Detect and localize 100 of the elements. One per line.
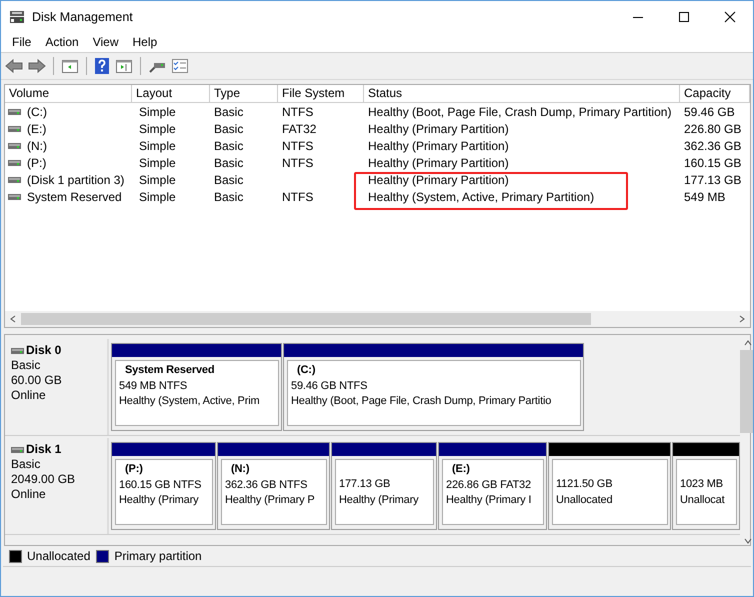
table-cell: Basic xyxy=(214,104,244,118)
disk-status: Online xyxy=(11,487,47,502)
table-cell: Simple xyxy=(139,156,176,170)
table-cell: 160.15 GB xyxy=(684,156,742,170)
drive-icon xyxy=(8,194,21,200)
partition-size: 549 MB NTFS xyxy=(119,378,188,394)
partition-block[interactable]: 1121.50 GB Unallocated xyxy=(548,442,671,530)
legend-label: Unallocated xyxy=(27,549,90,563)
table-cell: FAT32 xyxy=(282,122,316,136)
partition-block[interactable]: 177.13 GB Healthy (Primary xyxy=(331,442,437,530)
table-cell: Simple xyxy=(139,190,176,204)
scrollbar-thumb[interactable] xyxy=(740,350,753,433)
checklist-icon[interactable] xyxy=(171,58,189,74)
partition-block[interactable]: (E:) 226.86 GB FAT32 Healthy (Primary I xyxy=(438,442,547,530)
partition-size: 226.86 GB FAT32 xyxy=(446,478,532,492)
partition-size: 160.15 GB NTFS xyxy=(119,478,202,492)
partition-status: Healthy (Boot, Page File, Crash Dump, Primary Partitio xyxy=(291,394,552,409)
table-cell: Simple xyxy=(139,122,176,136)
partition-label: (E:) xyxy=(451,462,471,477)
column-header[interactable]: Type xyxy=(210,85,278,102)
partition-label: System Reserved xyxy=(124,363,216,378)
table-cell: (N:) xyxy=(27,138,47,152)
partition-block[interactable]: (N:) 362.36 GB NTFS Healthy (Primary P xyxy=(217,442,330,530)
table-cell: NTFS xyxy=(282,138,314,152)
table-cell: (Disk 1 partition 3) xyxy=(27,172,124,186)
partition-status: Healthy (Primary I xyxy=(446,493,532,508)
disk-size: 60.00 GB xyxy=(11,373,63,388)
drive-icon xyxy=(11,446,24,452)
table-cell: 549 MB xyxy=(684,190,726,204)
table-cell: NTFS xyxy=(282,156,314,170)
forward-arrow-icon[interactable] xyxy=(28,58,46,74)
table-cell: Simple xyxy=(139,172,176,186)
scrollbar-thumb[interactable] xyxy=(21,313,592,325)
legend-swatch xyxy=(9,550,22,562)
table-cell: Basic xyxy=(214,122,244,136)
table-cell: Healthy (Primary Partition) xyxy=(368,138,509,152)
partition-size: 362.36 GB NTFS xyxy=(225,478,308,492)
scroll-down-icon[interactable] xyxy=(744,537,752,545)
partition-status: Unallocated xyxy=(556,492,614,508)
disk-type: Basic xyxy=(11,358,42,373)
drive-icon xyxy=(8,108,21,114)
table-cell: Simple xyxy=(139,138,176,152)
back-arrow-icon[interactable] xyxy=(5,58,23,74)
table-cell: (C:) xyxy=(27,104,47,118)
partition-size: 1121.50 GB xyxy=(556,477,614,492)
table-cell: Healthy (System, Active, Primary Partition) xyxy=(368,190,594,204)
partition-label: (P:) xyxy=(124,462,144,477)
disk-name: Disk 1 xyxy=(26,442,62,457)
column-header[interactable]: Capacity xyxy=(680,85,750,102)
table-cell: 362.36 GB xyxy=(684,138,742,152)
partition-block[interactable]: 1023 MB Unallocat xyxy=(672,442,740,530)
table-cell: Healthy (Primary Partition) xyxy=(368,122,509,136)
column-header[interactable]: Status xyxy=(364,85,680,102)
column-header[interactable]: File System xyxy=(278,85,364,102)
partition-status: Healthy (Primary xyxy=(339,492,420,508)
partition-block[interactable]: (C:) 59.46 GB NTFS Healthy (Boot, Page File, Crash Dump, Primary Partitio xyxy=(283,343,584,431)
close-icon[interactable] xyxy=(724,10,736,22)
scroll-up-icon[interactable] xyxy=(744,339,752,347)
table-cell: 226.80 GB xyxy=(684,122,742,136)
partition-status: Healthy (Primary P xyxy=(225,493,316,508)
table-cell: Basic xyxy=(214,172,244,186)
table-cell: Basic xyxy=(214,190,244,204)
menu-item[interactable]: View xyxy=(86,35,126,49)
maximize-icon[interactable] xyxy=(678,10,690,22)
drive-icon xyxy=(11,348,24,354)
drive-icon xyxy=(8,142,21,148)
disk-status: Online xyxy=(11,388,47,403)
table-cell: 59.46 GB xyxy=(684,104,735,118)
table-cell: Healthy (Boot, Page File, Crash Dump, Primary Partition) xyxy=(368,104,672,118)
partition-status: Healthy (Primary xyxy=(119,493,200,508)
partition-label: (N:) xyxy=(230,462,250,477)
window-title: Disk Management xyxy=(32,10,134,24)
drive-icon xyxy=(8,176,21,182)
menu-item[interactable]: File xyxy=(5,35,38,49)
scroll-left-icon[interactable] xyxy=(9,315,17,323)
partition-status: Healthy (System, Active, Prim xyxy=(119,394,261,409)
partition-block[interactable]: System Reserved 549 MB NTFS Healthy (System, Active, Prim xyxy=(111,343,282,431)
table-cell: Healthy (Primary Partition) xyxy=(368,172,509,186)
panel-icon[interactable] xyxy=(61,58,79,74)
help-icon[interactable] xyxy=(94,57,110,75)
disk-drive-icon xyxy=(9,10,25,24)
partition-size: 177.13 GB xyxy=(339,477,392,492)
partition-color-bar xyxy=(673,443,739,456)
partition-block[interactable]: (P:) 160.15 GB NTFS Healthy (Primary xyxy=(111,442,216,530)
scroll-right-icon[interactable] xyxy=(738,315,746,323)
column-header[interactable]: Volume xyxy=(5,85,132,102)
table-cell: Healthy (Primary Partition) xyxy=(368,156,509,170)
legend-label: Primary partition xyxy=(114,549,202,563)
table-cell: Basic xyxy=(214,156,244,170)
table-cell: NTFS xyxy=(282,190,314,204)
menu-item[interactable]: Help xyxy=(126,35,164,49)
table-cell: NTFS xyxy=(282,104,314,118)
table-cell: (E:) xyxy=(27,122,46,136)
column-header[interactable]: Layout xyxy=(132,85,210,102)
menu-item[interactable]: Action xyxy=(38,35,86,49)
panel-icon[interactable] xyxy=(115,58,133,74)
drive-icon xyxy=(8,160,21,166)
table-cell: Simple xyxy=(139,104,176,118)
partition-status: Unallocat xyxy=(680,492,726,508)
partition-size: 1023 MB xyxy=(680,477,724,492)
